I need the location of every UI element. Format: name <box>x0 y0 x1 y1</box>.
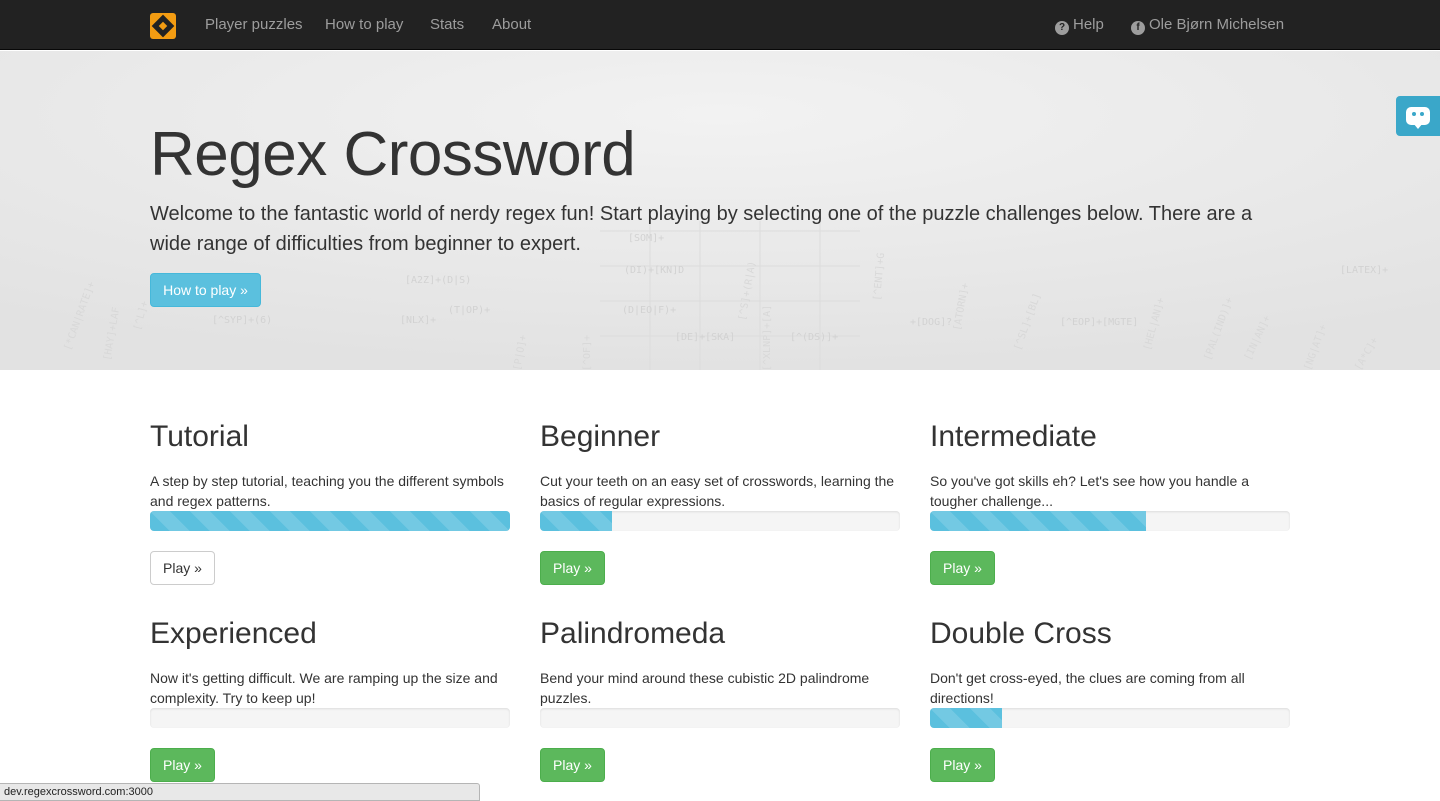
nav-stats[interactable]: Stats <box>430 0 464 50</box>
svg-text:(DI)+[KN]D: (DI)+[KN]D <box>624 265 684 276</box>
how-to-play-button[interactable]: How to play » <box>150 273 261 307</box>
puzzle-description: A step by step tutorial, teaching you th… <box>150 473 504 509</box>
browser-status-url: dev.regexcrossword.com:3000 <box>0 783 480 801</box>
puzzle-description: Don't get cross-eyed, the clues are comi… <box>930 670 1245 706</box>
play-button[interactable]: Play » <box>150 748 215 782</box>
puzzle-progress <box>540 511 900 531</box>
nav-help[interactable]: ? Help <box>1055 0 1104 50</box>
page-title: Regex Crossword <box>150 120 636 189</box>
facebook-icon: f <box>1131 21 1145 35</box>
puzzle-title: Tutorial <box>150 420 249 453</box>
question-circle-icon: ? <box>1055 21 1069 35</box>
svg-text:[NLX]+: [NLX]+ <box>400 315 436 326</box>
svg-text:(D|EO|F)+: (D|EO|F)+ <box>622 305 676 316</box>
hero-jumbotron: [A2Z]+(D|S) [NLX]+ [^SYP]+(6) (T|OP)+ (D… <box>0 51 1440 370</box>
puzzle-progress <box>150 708 510 728</box>
svg-text:[^(DS)]+: [^(DS)]+ <box>790 332 838 343</box>
puzzle-progress <box>150 511 510 531</box>
puzzle-description: Now it's getting difficult. We are rampi… <box>150 670 498 706</box>
nav-player-puzzles[interactable]: Player puzzles <box>205 0 303 50</box>
puzzle-progress <box>930 511 1290 531</box>
feedback-chat-button[interactable] <box>1396 96 1440 136</box>
nav-about[interactable]: About <box>492 0 531 50</box>
nav-user[interactable]: f Ole Bjørn Michelsen <box>1131 0 1284 50</box>
play-button[interactable]: Play » <box>930 748 995 782</box>
nav-user-label: Ole Bjørn Michelsen <box>1149 16 1285 33</box>
regex-crossword-logo-icon[interactable] <box>150 13 176 39</box>
nav-help-label: Help <box>1073 16 1104 33</box>
svg-text:[^XLNP]+[A]: [^XLNP]+[A] <box>762 305 773 370</box>
puzzle-description: Cut your teeth on an easy set of crosswo… <box>540 473 895 509</box>
puzzle-progress <box>930 708 1290 728</box>
top-navbar: Player puzzles How to play Stats About ?… <box>0 0 1440 50</box>
svg-text:[LATEX]+: [LATEX]+ <box>1340 265 1388 276</box>
puzzle-progress-bar <box>150 511 510 531</box>
puzzle-progress-bar <box>930 511 1146 531</box>
puzzle-progress-bar <box>540 511 612 531</box>
svg-text:[^EOP]+[MGTE]: [^EOP]+[MGTE] <box>1060 317 1138 328</box>
svg-text:[DE]+[SKA]: [DE]+[SKA] <box>675 332 735 343</box>
nav-how-to-play[interactable]: How to play <box>325 0 403 50</box>
puzzle-progress-bar <box>930 708 1002 728</box>
play-button[interactable]: Play » <box>540 748 605 782</box>
puzzle-description: So you've got skills eh? Let's see how y… <box>930 473 1249 509</box>
puzzle-title: Beginner <box>540 420 661 453</box>
svg-text:[A2Z]+(D|S): [A2Z]+(D|S) <box>405 275 471 286</box>
svg-text:[^SYP]+(6): [^SYP]+(6) <box>212 315 272 326</box>
puzzle-description: Bend your mind around these cubistic 2D … <box>540 670 870 706</box>
puzzle-title: Intermediate <box>930 420 1097 453</box>
play-button[interactable]: Play » <box>930 551 995 585</box>
svg-text:[^OF]+: [^OF]+ <box>582 335 593 370</box>
puzzle-title: Palindromeda <box>540 617 726 650</box>
play-button[interactable]: Play » <box>540 551 605 585</box>
hero-description: Welcome to the fantastic world of nerdy … <box>150 203 1253 255</box>
svg-text:(T|OP)+: (T|OP)+ <box>448 305 490 316</box>
svg-text:+[DOG]?: +[DOG]? <box>910 317 952 328</box>
play-button[interactable]: Play » <box>150 551 215 585</box>
puzzle-title: Experienced <box>150 617 317 650</box>
puzzle-title: Double Cross <box>930 617 1112 650</box>
puzzle-progress <box>540 708 900 728</box>
